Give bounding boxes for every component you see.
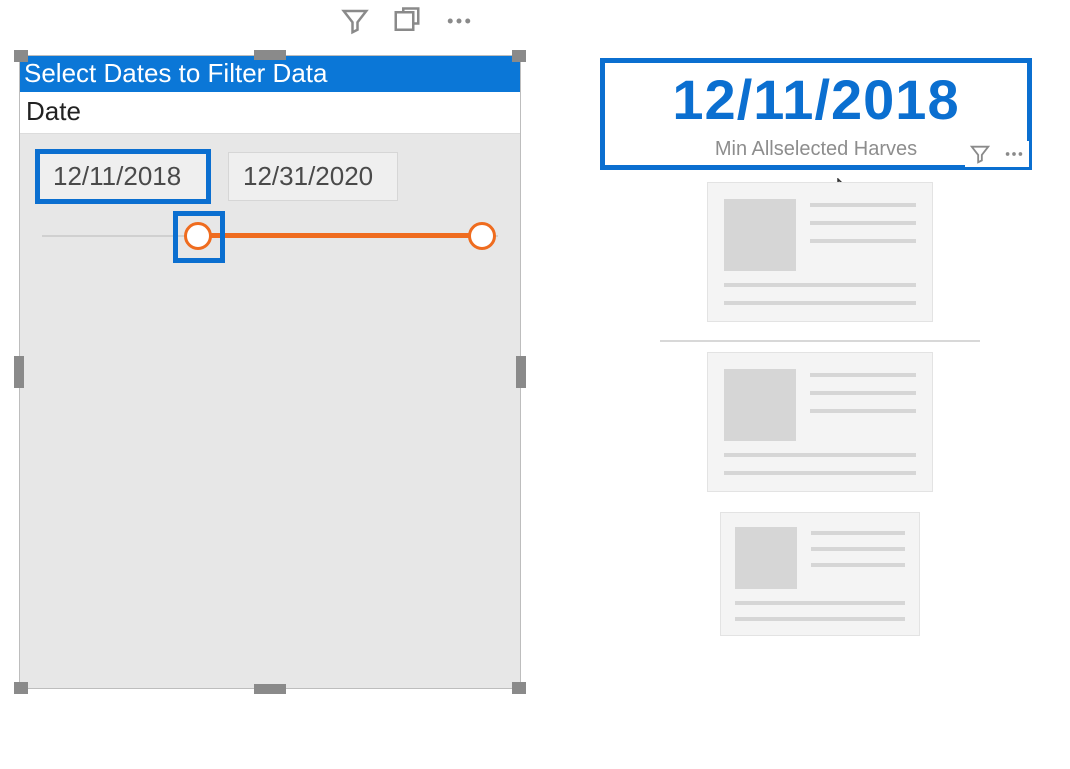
resize-handle[interactable] — [512, 50, 526, 62]
card-label: Min Allselected Harves — [605, 138, 1027, 161]
page-thumbnail[interactable] — [660, 172, 980, 342]
filter-icon[interactable] — [340, 6, 370, 36]
resize-handle[interactable] — [14, 682, 28, 694]
date-inputs: 12/11/2018 12/31/2020 — [20, 134, 520, 201]
slider-thumb-end[interactable] — [468, 222, 496, 250]
slicer-toolbar — [340, 6, 474, 36]
filter-icon[interactable] — [969, 143, 991, 165]
start-date-input[interactable]: 12/11/2018 — [38, 152, 208, 201]
resize-handle[interactable] — [512, 682, 526, 694]
date-slicer-visual[interactable]: Select Dates to Filter Data Date 12/11/2… — [19, 55, 521, 689]
highlight-annotation — [173, 211, 225, 263]
card-value: 12/11/2018 — [605, 67, 1027, 132]
thumbnail-image-placeholder — [724, 369, 796, 441]
date-range-slider[interactable] — [38, 205, 502, 265]
end-date-input[interactable]: 12/31/2020 — [228, 152, 398, 201]
page-thumbnail[interactable] — [660, 502, 980, 646]
slicer-field-label: Date — [20, 92, 520, 134]
more-options-icon[interactable] — [1003, 143, 1025, 165]
slider-track — [198, 233, 482, 238]
resize-handle[interactable] — [254, 50, 286, 60]
resize-handle[interactable] — [254, 684, 286, 694]
thumbnail-image-placeholder — [724, 199, 796, 271]
resize-handle[interactable] — [14, 356, 24, 388]
slicer-title: Select Dates to Filter Data — [20, 56, 520, 92]
more-options-icon[interactable] — [444, 6, 474, 36]
focus-mode-icon[interactable] — [392, 6, 422, 36]
page-thumbnail[interactable] — [660, 342, 980, 502]
resize-handle[interactable] — [516, 356, 526, 388]
thumbnail-image-placeholder — [735, 527, 797, 589]
resize-handle[interactable] — [14, 50, 28, 62]
page-thumbnails-pane — [660, 172, 980, 646]
card-visual[interactable]: 12/11/2018 Min Allselected Harves — [600, 58, 1032, 170]
card-toolbar — [965, 141, 1029, 167]
